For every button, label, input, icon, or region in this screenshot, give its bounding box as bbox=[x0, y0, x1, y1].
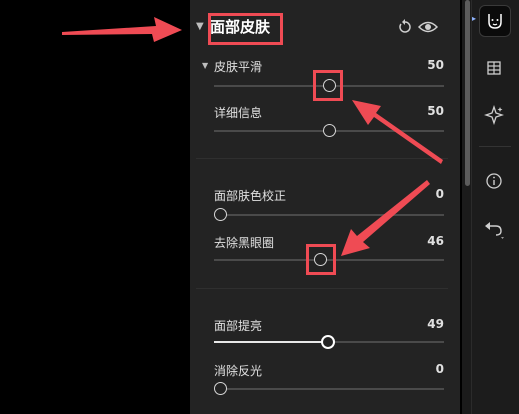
slider-label-detail: 详细信息 bbox=[214, 106, 263, 120]
slider-remove-shine[interactable] bbox=[214, 382, 444, 396]
crop-grid-icon[interactable] bbox=[479, 53, 509, 83]
slider-knob[interactable] bbox=[214, 208, 227, 221]
slider-track bbox=[220, 388, 444, 390]
slider-label-remove-dark-circles: 去除黑眼圈 bbox=[214, 236, 275, 250]
slider-value-remove-shine[interactable]: 0 bbox=[414, 362, 444, 376]
slider-knob[interactable] bbox=[323, 124, 336, 137]
toolbar-divider bbox=[479, 146, 511, 147]
slider-value-detail[interactable]: 50 bbox=[414, 104, 444, 118]
slider-value-face-brightening[interactable]: 49 bbox=[414, 317, 444, 331]
face-retouch-icon[interactable] bbox=[479, 5, 511, 37]
slider-label-skin-smoothing: 皮肤平滑 bbox=[214, 60, 263, 74]
divider bbox=[196, 288, 448, 289]
eye-icon[interactable] bbox=[418, 19, 438, 35]
slider-value-remove-dark-circles[interactable]: 46 bbox=[414, 234, 444, 248]
slider-fill bbox=[214, 130, 329, 132]
subsection-caret-icon[interactable]: ▼ bbox=[202, 61, 208, 70]
slider-label-remove-shine: 消除反光 bbox=[214, 364, 263, 378]
slider-value-skin-tone-correction[interactable]: 0 bbox=[414, 187, 444, 201]
collapse-caret-icon[interactable]: ▼ bbox=[196, 21, 204, 32]
title-highlight-box bbox=[208, 13, 283, 45]
undo-icon[interactable] bbox=[479, 214, 509, 244]
info-icon[interactable] bbox=[479, 166, 509, 196]
slider-value-skin-smoothing[interactable]: 50 bbox=[414, 58, 444, 72]
slider-fill bbox=[214, 259, 320, 261]
slider-label-face-brightening: 面部提亮 bbox=[214, 319, 263, 333]
slider-detail[interactable] bbox=[214, 124, 444, 138]
knob-highlight-box-skin-smoothing bbox=[313, 70, 343, 101]
slider-track bbox=[220, 214, 444, 216]
slider-fill bbox=[214, 341, 327, 343]
sparkle-icon[interactable] bbox=[479, 100, 509, 130]
slider-fill bbox=[214, 85, 329, 87]
slider-skin-tone-correction[interactable] bbox=[214, 208, 444, 222]
active-tool-indicator-icon: ▸ bbox=[472, 14, 477, 23]
slider-knob[interactable] bbox=[320, 335, 335, 349]
scrollbar-thumb[interactable] bbox=[465, 0, 470, 186]
slider-knob[interactable] bbox=[214, 382, 227, 395]
divider bbox=[196, 158, 448, 159]
reset-icon[interactable] bbox=[396, 18, 414, 36]
knob-highlight-box-dark-circles bbox=[306, 244, 336, 275]
slider-label-skin-tone-correction: 面部肤色校正 bbox=[214, 189, 287, 203]
canvas-area bbox=[0, 0, 190, 414]
slider-face-brightening[interactable] bbox=[214, 335, 444, 349]
